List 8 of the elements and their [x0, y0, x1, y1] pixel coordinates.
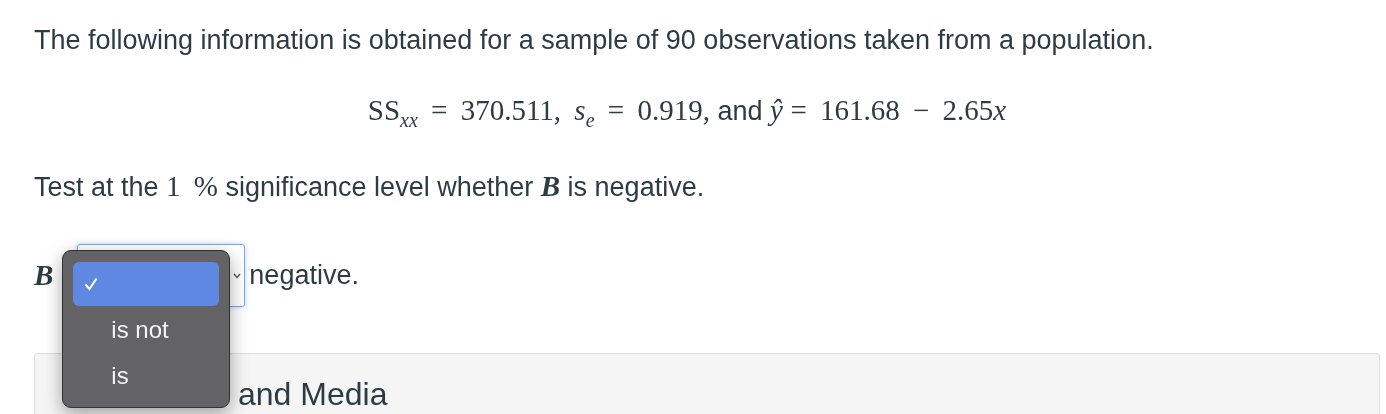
menu-option[interactable]: is not — [73, 308, 220, 353]
question-text: Test at the 1 % significance level whether B is negative. — [34, 168, 706, 204]
variable-label: B — [34, 259, 54, 293]
question-text: The following information is obtained for a sample of 90 observations taken from a population. — [34, 24, 1155, 57]
formula: SS$_{xx}$ = 370.511, s$_{e}$ = 0.919, and ŷ = 161.68 − 2.65x — [366, 93, 1008, 133]
answer-text: negative. — [249, 260, 359, 292]
menu-option[interactable]: is — [73, 354, 220, 399]
section-title: and Media — [238, 375, 388, 412]
